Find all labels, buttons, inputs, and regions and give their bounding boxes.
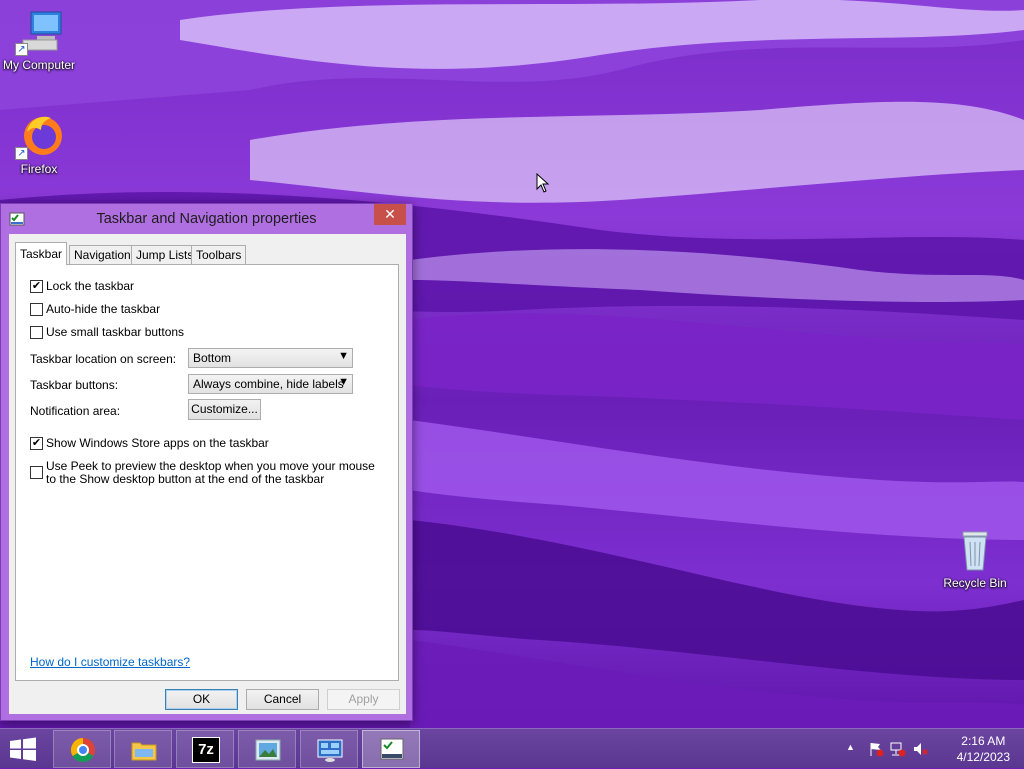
auto-hide-label: Auto-hide the taskbar — [46, 302, 161, 316]
desktop-icon-label: My Computer — [2, 58, 76, 72]
start-button[interactable] — [8, 737, 38, 761]
clock[interactable]: 2:16 AM 4/12/2023 — [957, 733, 1010, 765]
dialog-title: Taskbar and Navigation properties — [96, 211, 317, 227]
lock-taskbar-label: Lock the taskbar — [46, 279, 135, 293]
taskbar-tab-panel: ✔ Lock the taskbar Auto-hide the taskbar… — [15, 264, 399, 681]
taskbar-buttons-value: Always combine, hide labels — [193, 377, 344, 391]
lock-taskbar-checkbox[interactable]: ✔ — [30, 280, 43, 293]
desktop-icon-my-computer[interactable]: ↗ My Computer — [0, 8, 78, 72]
clock-date: 4/12/2023 — [956, 750, 1010, 764]
taskbar: 7z ▲ 2:16 AM 4/12/2023 — [0, 728, 1024, 768]
notification-tray: ▲ 2:16 AM 4/12/2023 — [844, 729, 1024, 769]
firefox-icon: ↗ — [15, 112, 63, 160]
desktop-icon-recycle-bin[interactable]: Recycle Bin — [936, 526, 1014, 590]
taskbar-control-panel-button[interactable] — [300, 730, 358, 768]
customize-button[interactable]: Customize... — [188, 399, 261, 420]
recycle-bin-icon — [951, 526, 999, 574]
small-buttons-label: Use small taskbar buttons — [46, 325, 185, 339]
cancel-button[interactable]: Cancel — [246, 689, 319, 710]
store-apps-checkbox[interactable]: ✔ — [30, 437, 43, 450]
taskbar-buttons-select[interactable]: Always combine, hide labels ▼ — [188, 374, 353, 394]
chrome-icon — [70, 738, 95, 763]
taskbar-7zip-button[interactable]: 7z — [176, 730, 234, 768]
mouse-cursor-icon — [536, 173, 550, 193]
network-icon[interactable] — [890, 741, 906, 757]
control-panel-icon — [317, 739, 343, 762]
7zip-icon: 7z — [192, 737, 220, 763]
help-link[interactable]: How do I customize taskbars? — [30, 655, 190, 669]
location-select[interactable]: Bottom ▼ — [188, 348, 353, 368]
taskbar-file-explorer-button[interactable] — [114, 730, 172, 768]
ok-button[interactable]: OK — [165, 689, 238, 710]
close-button[interactable]: ✕ — [374, 204, 406, 225]
chevron-down-icon: ▼ — [338, 350, 349, 362]
peek-option[interactable]: Use Peek to preview the desktop when you… — [30, 460, 380, 486]
taskbar-properties-dialog: Taskbar and Navigation properties ✕ Task… — [0, 203, 413, 721]
auto-hide-checkbox[interactable] — [30, 303, 43, 316]
taskbar-properties-icon — [380, 738, 404, 760]
chevron-down-icon: ▼ — [338, 376, 349, 388]
desktop-icon-label: Firefox — [20, 162, 58, 176]
dialog-titlebar[interactable]: Taskbar and Navigation properties ✕ — [1, 204, 412, 234]
tab-navigation[interactable]: Navigation — [69, 245, 136, 264]
taskbar-buttons-label: Taskbar buttons: — [30, 378, 119, 392]
desktop-icon-firefox[interactable]: ↗ Firefox — [0, 112, 78, 176]
lock-taskbar-option[interactable]: ✔ Lock the taskbar — [30, 279, 134, 293]
tab-taskbar[interactable]: Taskbar — [15, 242, 68, 265]
taskbar-chrome-button[interactable] — [53, 730, 111, 768]
small-buttons-option[interactable]: Use small taskbar buttons — [30, 325, 184, 339]
file-explorer-icon — [131, 742, 157, 761]
tab-toolbars[interactable]: Toolbars — [191, 245, 247, 264]
peek-label: Use Peek to preview the desktop when you… — [46, 459, 375, 486]
peek-checkbox[interactable] — [30, 466, 43, 479]
dialog-body: Taskbar Navigation Jump Lists Toolbars ✔… — [9, 234, 406, 714]
volume-muted-icon[interactable] — [912, 741, 928, 757]
location-value: Bottom — [193, 351, 232, 365]
store-apps-option[interactable]: ✔ Show Windows Store apps on the taskbar — [30, 436, 269, 450]
clock-time: 2:16 AM — [961, 734, 1006, 748]
shortcut-arrow-icon: ↗ — [15, 43, 28, 56]
show-hidden-icons-icon[interactable]: ▲ — [846, 742, 855, 752]
taskbar-photo-viewer-button[interactable] — [238, 730, 296, 768]
desktop-icon-label: Recycle Bin — [943, 576, 1007, 590]
action-center-flag-icon[interactable] — [868, 741, 884, 757]
store-apps-label: Show Windows Store apps on the taskbar — [46, 436, 269, 450]
apply-button[interactable]: Apply — [327, 689, 400, 710]
auto-hide-option[interactable]: Auto-hide the taskbar — [30, 302, 160, 316]
photo-viewer-icon — [255, 739, 281, 761]
small-buttons-checkbox[interactable] — [30, 326, 43, 339]
taskbar-properties-button[interactable] — [362, 730, 420, 768]
notification-area-label: Notification area: — [30, 404, 121, 418]
shortcut-arrow-icon: ↗ — [15, 147, 28, 160]
location-label: Taskbar location on screen: — [30, 352, 177, 366]
computer-icon: ↗ — [15, 8, 63, 56]
tab-jump-lists[interactable]: Jump Lists — [131, 245, 199, 264]
